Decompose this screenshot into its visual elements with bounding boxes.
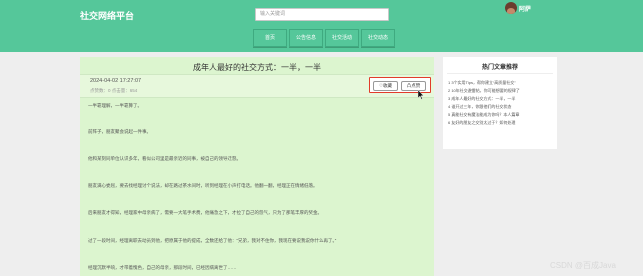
article-paragraph: 朋友满心委屈，要去找经理讨个说法，却在路过茶水间时，听到经理在小声打电话。他翻一… (88, 183, 318, 188)
hot-articles-sidebar: 热门文章推荐 1 3个实用Tips，帮你建立“高质量社交” 2 10年社交避雷帖… (443, 57, 557, 149)
top-header: 社交网络平台 输入关键词 阿萨 首页 公告信息 社交活动 社交动态 (0, 0, 643, 52)
sidebar-title: 热门文章推荐 (481, 65, 518, 71)
article-paragraph: 后来朋友才得知，经理家中母亲病了，需要一大笔手术费，他痛急之下，才拉了自己的怨气… (88, 210, 322, 215)
article-stats: 点赞数：0 点击量：654 (90, 88, 138, 93)
hot-article-item[interactable]: 1 3个实用Tips，帮你建立“高质量社交” (448, 79, 520, 87)
nav-home[interactable]: 首页 (253, 29, 287, 47)
hot-article-item[interactable]: 2 10年社交避雷帖，你可能想要的规律了 (448, 87, 520, 95)
article-paragraph: 过了一段时间，经理离职去动员到他，把原属于他的提成，全数还给了他：“兄弟，我对不… (88, 238, 337, 243)
hot-article-item[interactable]: 4 谁开过三年，你跟他们的社交状态 (448, 103, 520, 111)
article-paragraph: 经理沉默半响，才带着愧色，自己的母亲，那段时间，已经因病离世了…… (88, 265, 237, 270)
favorite-button[interactable]: ♡收藏 (373, 81, 398, 91)
main-nav: 首页 公告信息 社交活动 社交动态 (253, 29, 397, 47)
user-avatar[interactable] (505, 2, 517, 14)
nav-feeds[interactable]: 社交动态 (361, 29, 395, 47)
sidebar-divider (447, 73, 553, 74)
article-paragraph: 他和某刻同单位认识多年，看似公司里是最亲近的同事，被自己的领导迁怒。 (88, 156, 241, 161)
search-input[interactable]: 输入关键词 (255, 8, 389, 21)
nav-activities[interactable]: 社交活动 (325, 29, 359, 47)
article-date: 2024-04-02 17:27:07 (90, 78, 142, 84)
site-brand[interactable]: 社交网络平台 (80, 9, 134, 22)
article-paragraph: 一半靠理解，一半靠算了。 (88, 103, 142, 108)
nav-notices[interactable]: 公告信息 (289, 29, 323, 47)
article-paragraph: 前阵子，朋友聚会说起一件事。 (88, 129, 151, 134)
mouse-cursor-icon (418, 90, 424, 100)
watermark-text: CSDN @百成Java (550, 261, 616, 270)
hot-article-list: 1 3个实用Tips，帮你建立“高质量社交” 2 10年社交避雷帖，你可能想要的… (448, 79, 520, 127)
hot-article-item[interactable]: 6 友好的朋友之交别太过于？如何处理 (448, 119, 520, 127)
article-title: 成年人最好的社交方式：一半，一半 (193, 63, 321, 72)
hot-article-item[interactable]: 3 成年人最好的社交方式：一半，一半 (448, 95, 520, 103)
article-panel: 成年人最好的社交方式：一半，一半 2024-04-02 17:27:07 点赞数… (80, 57, 434, 276)
hot-article-item[interactable]: 5 真能社交有魔法能成为你吗？本人篇章 (448, 111, 520, 119)
username-label[interactable]: 阿萨 (519, 4, 531, 13)
page-root: { "header": { "brand": "社交网络平台", "search… (0, 0, 643, 276)
